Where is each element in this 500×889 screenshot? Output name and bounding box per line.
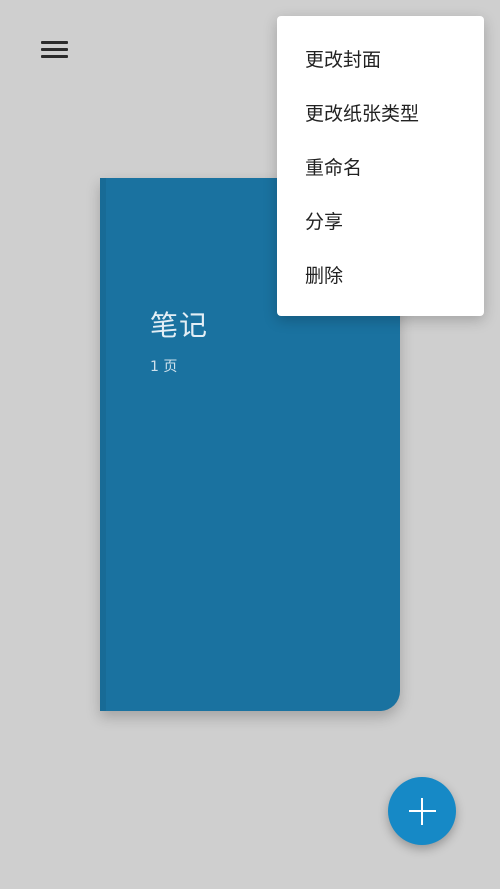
context-menu: 更改封面 更改纸张类型 重命名 分享 删除 <box>277 16 484 316</box>
menu-item-share[interactable]: 分享 <box>277 195 484 249</box>
menu-item-rename[interactable]: 重命名 <box>277 141 484 195</box>
menu-button[interactable] <box>30 30 80 70</box>
notebook-spine <box>100 178 106 711</box>
add-notebook-button[interactable] <box>388 777 456 845</box>
menu-item-change-paper-type[interactable]: 更改纸张类型 <box>277 87 484 141</box>
notebook-page-count: 1 页 <box>150 359 178 375</box>
menu-item-delete[interactable]: 删除 <box>277 249 484 303</box>
menu-item-change-cover[interactable]: 更改封面 <box>277 33 484 87</box>
notebook-title: 笔记 <box>150 309 209 342</box>
